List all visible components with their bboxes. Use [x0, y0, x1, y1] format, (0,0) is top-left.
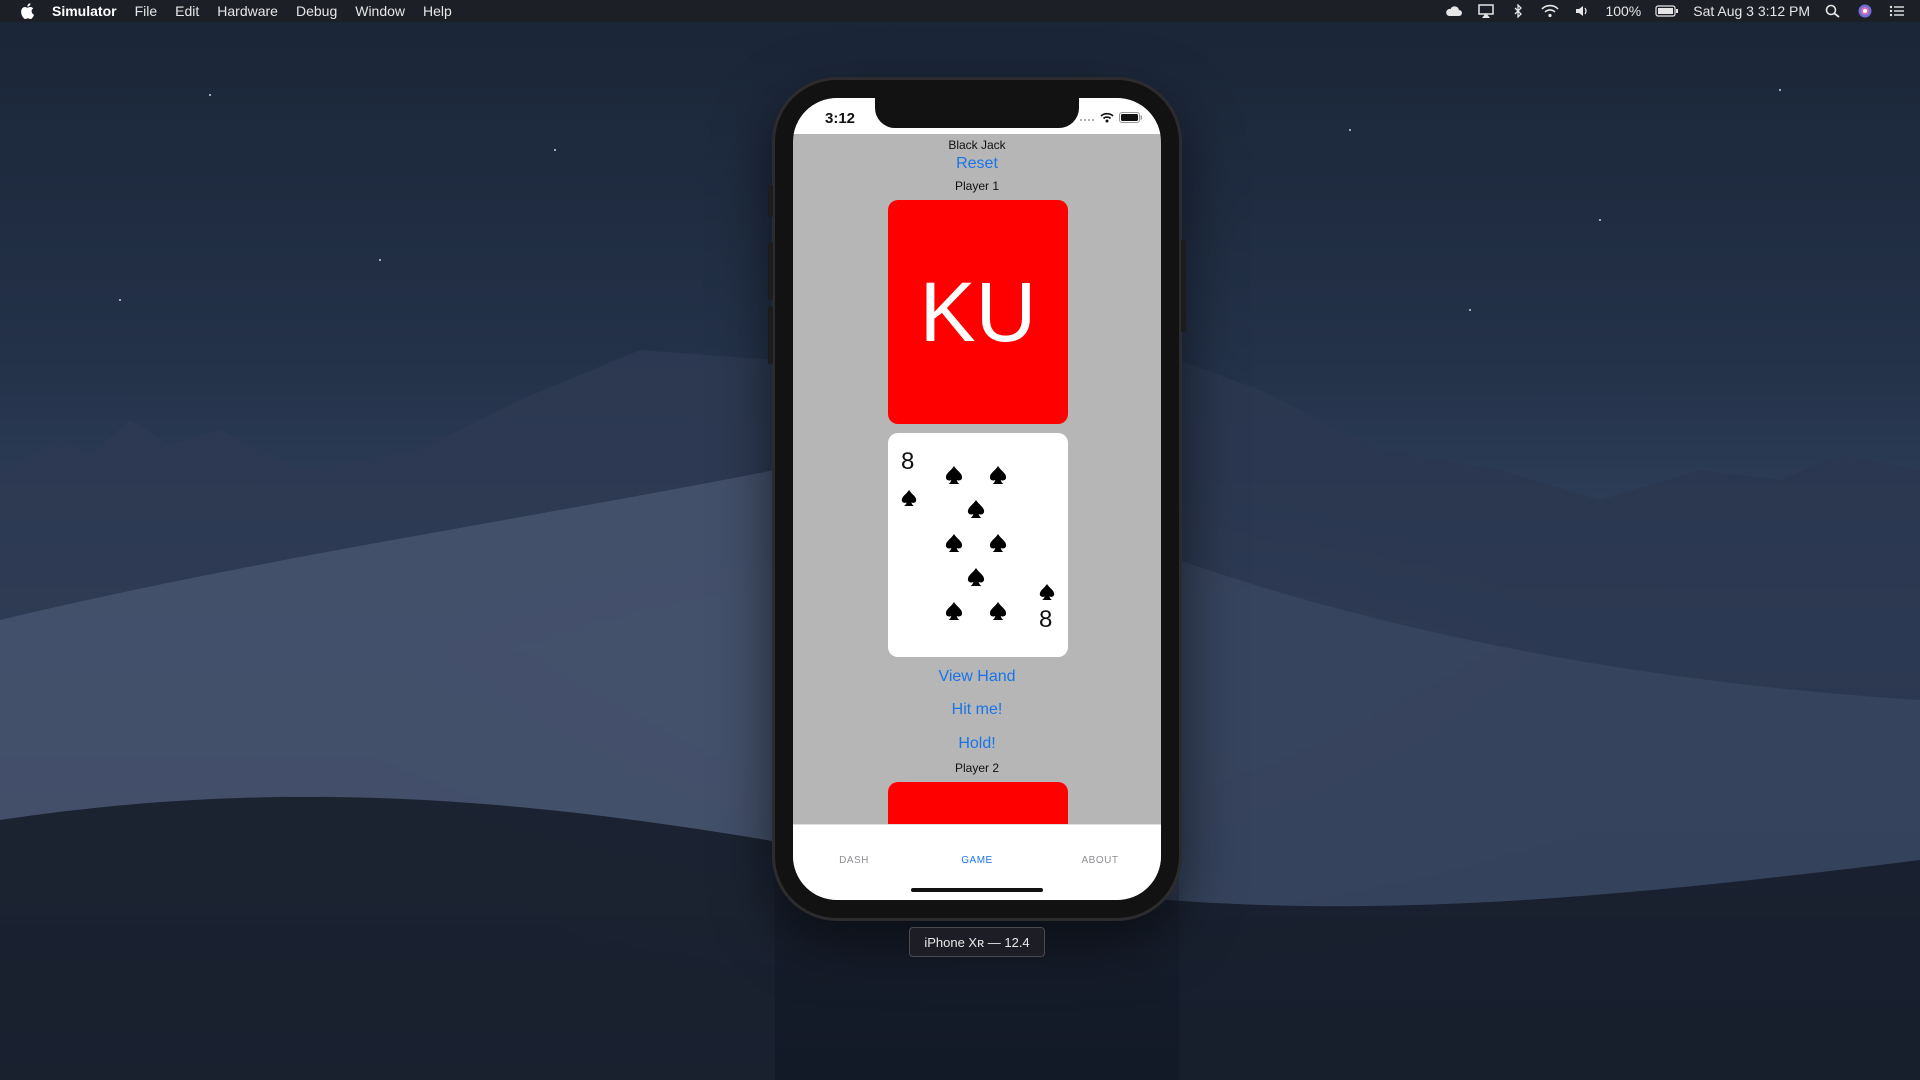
menu-hardware[interactable]: Hardware [217, 3, 278, 19]
battery-percentage: 100% [1605, 3, 1642, 19]
view-hand-button[interactable]: View Hand [793, 668, 1161, 686]
battery-status-icon [1119, 112, 1142, 123]
wifi-status-icon [1100, 112, 1114, 123]
battery-icon[interactable] [1655, 4, 1679, 18]
spade-pip-icon [945, 602, 963, 620]
phone-screen: 3:12 Black Jack Reset Player 1 KU 8 8 Vi… [793, 98, 1161, 900]
player-1-label: Player 1 [954, 179, 1000, 193]
volume-down-button[interactable] [768, 306, 773, 364]
tab-bar: DASH GAME ABOUT [793, 824, 1161, 900]
mute-switch[interactable] [768, 185, 773, 217]
tab-dash[interactable]: DASH [793, 855, 915, 866]
menu-window[interactable]: Window [355, 3, 405, 19]
device-notch [875, 98, 1079, 128]
blackjack-game-view: Black Jack Reset Player 1 KU 8 8 View Ha… [793, 134, 1161, 824]
airplay-icon[interactable] [1477, 4, 1495, 18]
spade-pip-icon [901, 490, 917, 506]
menu-app-name[interactable]: Simulator [52, 3, 117, 19]
card-rank-top: 8 [901, 448, 915, 475]
status-time: 3:12 [825, 110, 856, 127]
app-title: Black Jack [948, 138, 1006, 152]
spade-pip-icon [989, 602, 1007, 620]
menu-debug[interactable]: Debug [296, 3, 337, 19]
reset-button[interactable]: Reset [793, 155, 1161, 173]
menu-extras: 100% Sat Aug 3 3:12 PM [1445, 0, 1906, 22]
wifi-icon[interactable] [1541, 4, 1560, 18]
menu-edit[interactable]: Edit [175, 3, 199, 19]
tab-game[interactable]: GAME [916, 855, 1038, 866]
spade-pip-icon [945, 534, 963, 552]
siri-icon[interactable] [1856, 4, 1874, 18]
card-back-text: KU [919, 264, 1037, 359]
spade-pip-icon [945, 466, 963, 484]
home-indicator[interactable] [911, 888, 1043, 892]
hold-button[interactable]: Hold! [793, 735, 1161, 753]
menu-bar: Simulator File Edit Hardware Debug Windo… [0, 0, 1920, 22]
device-name-caption: iPhone Xʀ — 12.4 [909, 927, 1045, 957]
spotlight-icon[interactable] [1824, 4, 1842, 18]
spade-pip-icon [967, 568, 985, 586]
player-2-card-back [888, 782, 1068, 824]
spade-pip-icon [989, 466, 1007, 484]
apple-icon[interactable] [20, 3, 34, 19]
side-power-button[interactable] [1181, 240, 1186, 332]
menu-help[interactable]: Help [423, 3, 452, 19]
player-2-label: Player 2 [954, 761, 1000, 775]
spade-pip-icon [1039, 584, 1055, 600]
menu-clock[interactable]: Sat Aug 3 3:12 PM [1693, 3, 1810, 19]
volume-up-button[interactable] [768, 242, 773, 300]
spade-pip-icon [967, 500, 985, 518]
iphone-simulator-device: 3:12 Black Jack Reset Player 1 KU 8 8 Vi… [768, 80, 1186, 918]
player-1-face-card: 8 8 [888, 433, 1068, 657]
cloud-icon[interactable] [1445, 4, 1463, 18]
cellular-signal-icon [1080, 118, 1094, 121]
hit-me-button[interactable]: Hit me! [793, 701, 1161, 719]
bluetooth-icon[interactable] [1509, 4, 1527, 18]
spade-pip-icon [989, 534, 1007, 552]
menu-file[interactable]: File [135, 3, 158, 19]
notification-center-icon[interactable] [1888, 4, 1906, 18]
status-indicators [1079, 112, 1143, 123]
tab-about[interactable]: ABOUT [1039, 855, 1161, 866]
player-1-card-back: KU [888, 200, 1068, 424]
volume-icon[interactable] [1573, 4, 1591, 18]
ios-status-bar: 3:12 [793, 98, 1161, 134]
card-rank-bottom: 8 [1039, 606, 1053, 633]
